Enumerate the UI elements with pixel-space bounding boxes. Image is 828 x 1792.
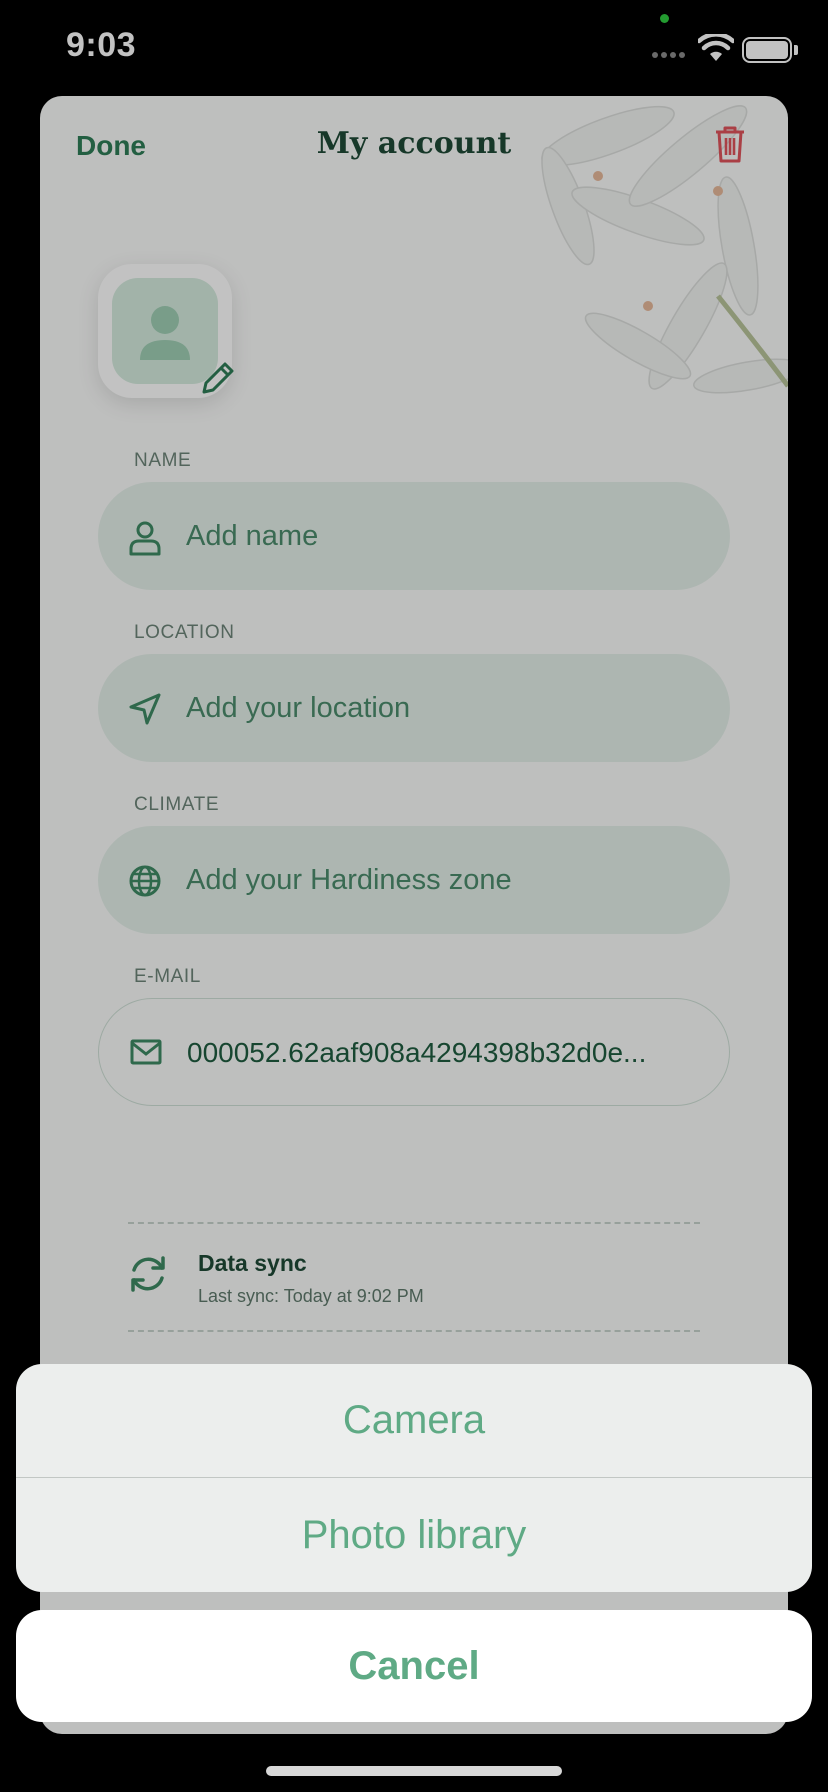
- photo-library-option[interactable]: Photo library: [16, 1478, 812, 1592]
- camera-option[interactable]: Camera: [16, 1364, 812, 1478]
- cancel-button[interactable]: Cancel: [16, 1610, 812, 1722]
- home-indicator[interactable]: [266, 1766, 562, 1776]
- action-sheet: Camera Photo library: [16, 1364, 812, 1592]
